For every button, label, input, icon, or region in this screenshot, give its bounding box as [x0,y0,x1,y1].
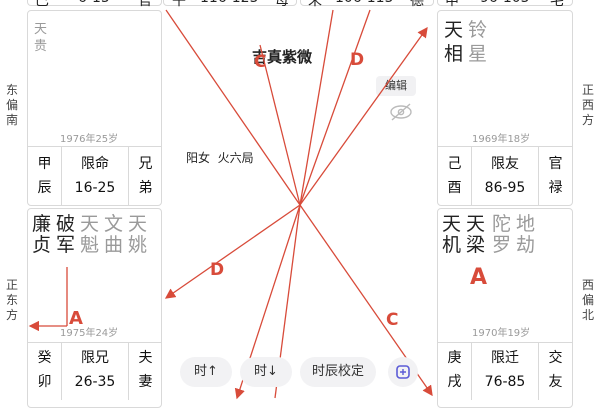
calibrate-hour-button[interactable]: 时辰校定 [300,357,376,387]
annotation-a-left: A [69,308,83,329]
annotation-c-right: C [386,310,399,330]
annotation-d-left: D [210,260,225,280]
hour-up-button[interactable]: 时↑ [180,357,232,387]
annotation-d-top: D [350,50,365,70]
annotation-lines [28,9,433,400]
hour-down-button[interactable]: 时↓ [240,357,292,387]
pin-icon-button[interactable] [388,357,418,387]
annotation-a-right: A [470,265,488,290]
annotation-c-top: C [254,52,267,72]
